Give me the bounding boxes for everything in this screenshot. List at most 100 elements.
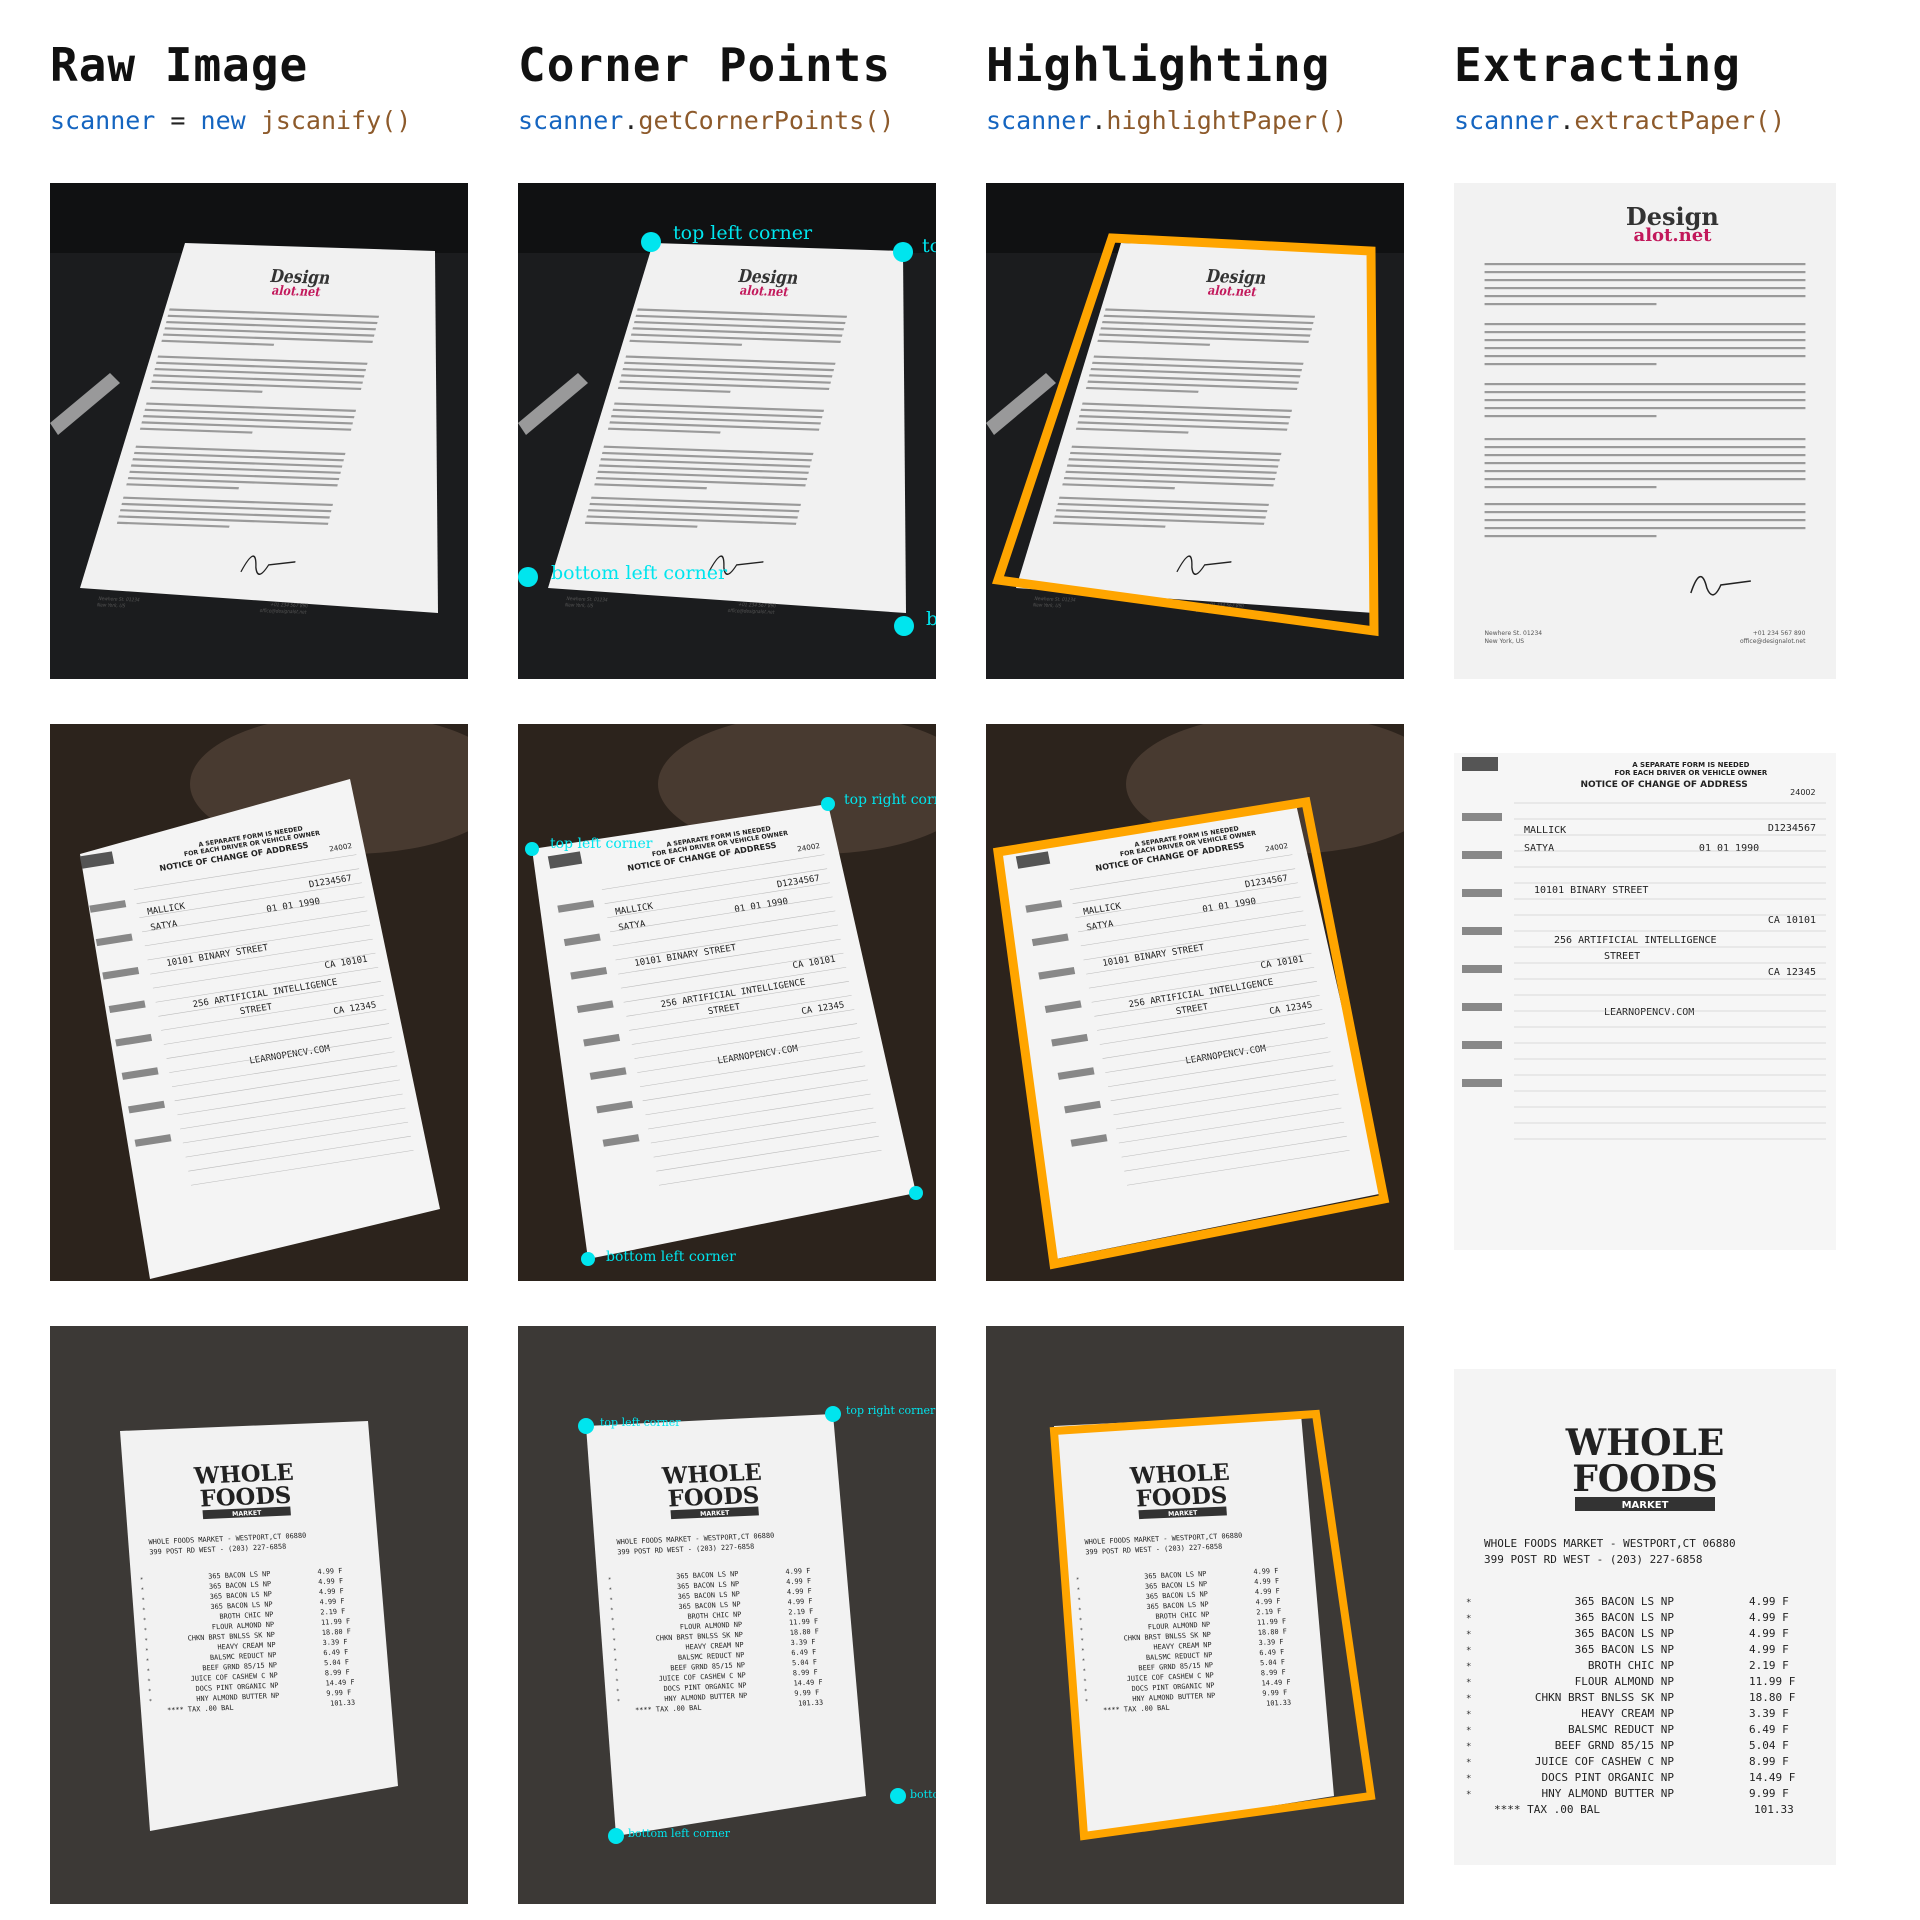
- receipt-item-mark: *: [611, 1618, 615, 1624]
- receipt-item-price: 11.99 F: [1257, 1617, 1287, 1626]
- receipt-item-mark: *: [612, 1628, 616, 1634]
- receipt-item-price: 4.99 F: [1749, 1611, 1789, 1624]
- receipt-item-mark: *: [1466, 1726, 1471, 1736]
- form-header1: A SEPARATE FORM IS NEEDED: [1632, 761, 1749, 769]
- receipt-item-price: 18.80 F: [1258, 1628, 1288, 1637]
- receipt-item-desc: HNY ALMOND BUTTER NP: [1542, 1787, 1675, 1800]
- letter-text-line: [1484, 438, 1806, 441]
- receipt-item-mark: *: [144, 1638, 148, 1644]
- receipt-item-mark: *: [615, 1669, 619, 1675]
- letter-text-line: [1484, 470, 1806, 473]
- letter-text-line: [1484, 462, 1806, 465]
- receipt-item-desc: BROTH CHIC NP: [1588, 1659, 1674, 1672]
- code-object: scanner: [986, 106, 1092, 135]
- receipt-store-line2: 399 POST RD WEST - (203) 227-6858: [1484, 1553, 1703, 1566]
- form-section-label: [1462, 965, 1502, 973]
- corner-marker-bottom-right: [909, 1186, 923, 1200]
- receipt-store-line1: WHOLE FOODS MARKET - WESTPORT,CT 06880: [1484, 1537, 1736, 1550]
- corner-marker-bottom-left: [608, 1828, 624, 1844]
- receipt-item-price: 4.99 F: [787, 1587, 812, 1596]
- receipt-item-price: 5.04 F: [324, 1658, 349, 1667]
- form-number: 24002: [1790, 788, 1815, 797]
- receipt-item-mark: *: [1082, 1658, 1086, 1664]
- corner-marker-top-right: [821, 797, 835, 811]
- form-header2: FOR EACH DRIVER OR VEHICLE OWNER: [1614, 769, 1768, 777]
- receipt-item-price: 9.99 F: [1262, 1689, 1287, 1698]
- receipt-item-price: 18.80 F: [790, 1628, 820, 1637]
- letter-address-line1: Newhere St. 01234: [1034, 596, 1077, 604]
- receipt-item-mark: *: [1466, 1678, 1471, 1688]
- code-operator: .: [1091, 106, 1107, 135]
- letter-text-line: [1484, 339, 1806, 342]
- letter-text-line: [1484, 303, 1657, 306]
- letter-email: office@designalot.net: [1740, 638, 1806, 645]
- receipt-item-price: 9.99 F: [326, 1689, 351, 1698]
- letter-text-line: [1484, 263, 1806, 266]
- receipt-item-mark: *: [1466, 1598, 1471, 1608]
- receipt-item-price: 4.99 F: [1749, 1627, 1789, 1640]
- receipt-item-mark: *: [1083, 1679, 1087, 1685]
- letter-text-line: [1484, 527, 1806, 530]
- form-section-label: [1462, 813, 1502, 821]
- receipt-item-price: 8.99 F: [793, 1668, 818, 1677]
- receipt-item-price: 14.49 F: [1261, 1678, 1291, 1687]
- letter-text-line: [1484, 295, 1806, 298]
- receipt-item-mark: *: [1084, 1689, 1088, 1695]
- letter-text-line: [1484, 347, 1806, 350]
- code-function: extractPaper(): [1574, 106, 1786, 135]
- receipt-item-mark: *: [144, 1628, 148, 1634]
- receipt-item-desc: BALSMC REDUCT NP: [1568, 1723, 1674, 1736]
- form-line4: 256 ARTIFICIAL INTELLIGENCE: [1554, 935, 1717, 946]
- receipt-item-price: 8.99 F: [1749, 1755, 1789, 1768]
- receipt-item-price: 6.49 F: [1749, 1723, 1789, 1736]
- receipt-item-desc: DOCS PINT ORGANIC NP: [1542, 1771, 1675, 1784]
- receipt-item-mark: *: [1466, 1694, 1471, 1704]
- letter-text-line: [1484, 446, 1806, 449]
- corner-marker-bottom-right: [890, 1788, 906, 1804]
- letter-text-line: [1484, 407, 1806, 410]
- corner-marker-top-right: [893, 242, 913, 262]
- panel-receipt-highlight: WHOLE FOODS MARKET WHOLE FOODS MARKET - WES…: [986, 1326, 1404, 1904]
- receipt-item-desc: BEEF GRND 85/15 NP: [1555, 1739, 1675, 1752]
- receipt-item-mark: *: [146, 1658, 150, 1664]
- code-snippet-highlighting: scanner.highlightPaper(): [986, 106, 1347, 135]
- column-title-raw-image: Raw Image: [50, 38, 309, 92]
- letter-address-line2: New York, US: [564, 602, 594, 609]
- letter-address-line2: New York, US: [1032, 602, 1062, 609]
- receipt-item-mark: *: [608, 1577, 612, 1583]
- letter-logo-line2: alot.net: [270, 283, 322, 299]
- code-operator: .: [623, 106, 639, 135]
- form-line5-right: CA 12345: [1768, 967, 1816, 978]
- receipt-item-price: 4.99 F: [1255, 1597, 1280, 1606]
- receipt-logo-line3: MARKET: [1622, 1500, 1669, 1511]
- letter-address-line1: Newhere St. 01234: [1485, 630, 1543, 637]
- receipt-item-mark: *: [612, 1638, 616, 1644]
- receipt-item-mark: *: [1078, 1608, 1082, 1614]
- receipt-item-price: 18.80 F: [1749, 1691, 1795, 1704]
- receipt-item-price: 4.99 F: [785, 1567, 810, 1576]
- receipt-item-price: 2.19 F: [1749, 1659, 1789, 1672]
- receipt-item-mark: *: [1466, 1646, 1471, 1656]
- code-keyword: new: [200, 106, 261, 135]
- panel-letter-highlight: Design alot.net Newhere St. 01234 New York,…: [986, 183, 1404, 679]
- corner-label-top-right: to: [922, 235, 936, 257]
- receipt-item-desc: 365 BACON LS NP: [1575, 1643, 1675, 1656]
- panel-receipt-corners: WHOLE FOODS MARKET WHOLE FOODS MARKET - WES…: [518, 1326, 936, 1904]
- letter-address-line1: Newhere St. 01234: [98, 596, 141, 604]
- receipt-item-mark: *: [610, 1608, 614, 1614]
- receipt-item-price: 5.04 F: [1749, 1739, 1789, 1752]
- form-dmv-logo: [1462, 757, 1498, 771]
- code-snippet-corner-points: scanner.getCornerPoints(): [518, 106, 894, 135]
- receipt-item-mark: *: [1077, 1598, 1081, 1604]
- letter-text-line: [1484, 391, 1806, 394]
- form-line5: STREET: [1604, 951, 1640, 962]
- corner-label-top-left: top left corner: [600, 1416, 681, 1429]
- receipt-item-price: 9.99 F: [794, 1689, 819, 1698]
- letter-text-line: [1484, 511, 1806, 514]
- corner-label-bottom-left: bottom left corner: [551, 562, 728, 584]
- corner-marker-top-left: [525, 842, 539, 856]
- receipt-item-mark: *: [1466, 1614, 1471, 1624]
- form-section-label: [1462, 927, 1502, 935]
- receipt-tax-line: **** TAX .00 BAL: [1494, 1803, 1600, 1816]
- receipt-item-mark: *: [141, 1587, 145, 1593]
